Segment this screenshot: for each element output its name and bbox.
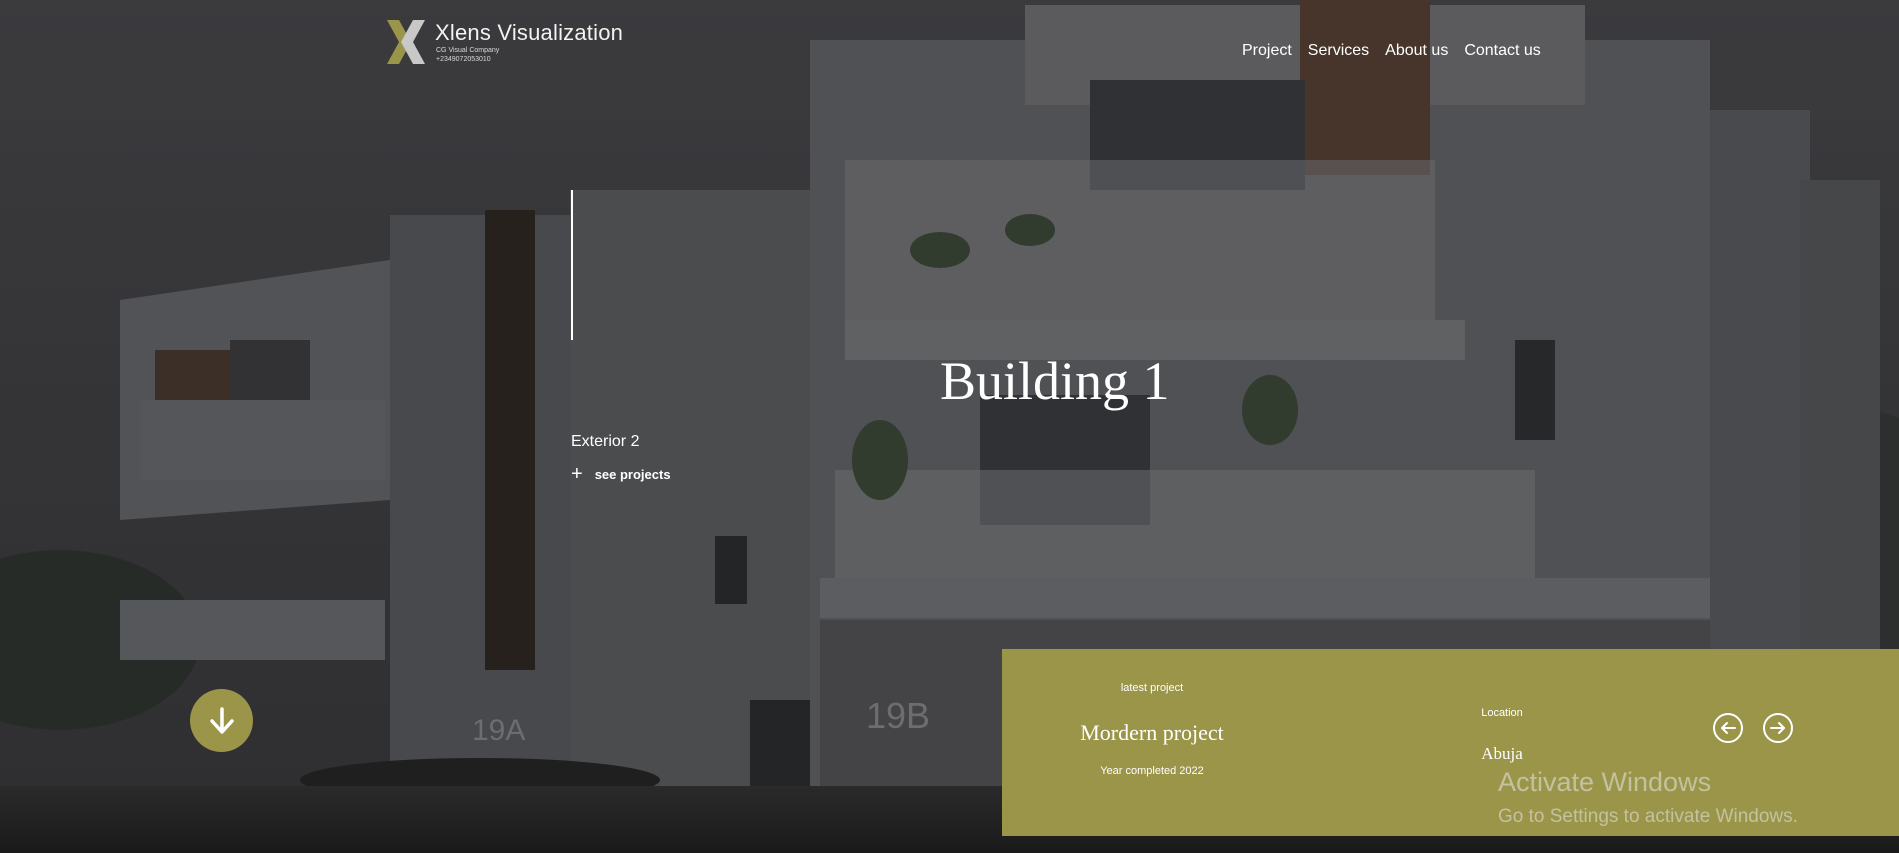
slide-subtitle: Exterior 2 <box>571 433 640 450</box>
previous-slide-button[interactable] <box>1713 713 1743 743</box>
activation-watermark-subtitle: Go to Settings to activate Windows. <box>1498 806 1798 827</box>
arrow-right-circle-icon <box>1770 722 1785 734</box>
hero-title: Building 1 <box>940 351 1170 411</box>
vertical-divider <box>571 190 573 340</box>
see-projects-label: see projects <box>594 466 671 482</box>
project-year: Year completed 2022 <box>1100 765 1204 777</box>
brand-name: Xlens Visualization <box>435 20 624 45</box>
nav-contact-us[interactable]: Contact us <box>1464 42 1540 60</box>
arrow-left-circle-icon <box>1721 722 1736 734</box>
logo-mark-icon <box>387 20 425 64</box>
brand-phone: +2349072053010 <box>436 56 491 63</box>
plus-icon: + <box>571 463 583 485</box>
latest-project-label: latest project <box>1120 682 1184 694</box>
main-nav: Project Services About us Contact us <box>1242 42 1557 60</box>
scroll-down-button[interactable] <box>190 689 253 752</box>
activation-watermark-title: Activate Windows <box>1498 767 1712 797</box>
see-projects-link[interactable]: + see projects <box>571 463 671 485</box>
brand-tagline: CG Visual Company <box>436 47 500 54</box>
nav-services[interactable]: Services <box>1308 42 1369 60</box>
location-label: Location <box>1481 707 1523 719</box>
location-value: Abuja <box>1481 744 1523 763</box>
brand-logo[interactable]: Xlens Visualization CG Visual Company +2… <box>383 18 643 68</box>
nav-project[interactable]: Project <box>1242 42 1292 60</box>
project-name: Mordern project <box>1080 720 1224 745</box>
next-slide-button[interactable] <box>1763 713 1793 743</box>
nav-about-us[interactable]: About us <box>1385 42 1448 60</box>
arrow-down-icon <box>209 706 234 734</box>
